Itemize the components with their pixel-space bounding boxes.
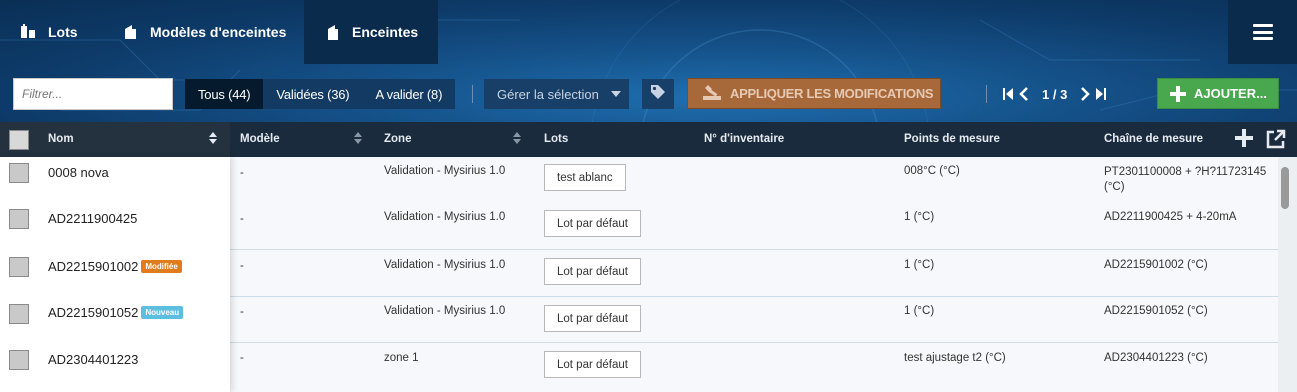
status-badge-new: Nouveau [141,306,184,320]
row-checkbox[interactable] [9,350,29,370]
add-label: AJOUTER... [1194,86,1267,101]
row-name: AD2215901002 Modifiée [48,259,182,274]
column-header-inventory[interactable]: N° d'inventaire [704,133,784,145]
hamburger-menu-icon [1252,24,1273,40]
row-name: AD2215901052 Nouveau [48,305,184,320]
row-model: - [240,306,244,318]
row-name-text: AD2215901052 [48,305,139,320]
status-badge-modified: Modifiée [141,260,182,274]
manage-selection-label: Gérer la sélection [497,86,599,102]
apply-label: APPLIQUER LES MODIFICATIONS [730,86,934,101]
row-lot-button[interactable]: Lot par défaut [544,210,641,237]
row-measure-chain: AD2215901002 (°C) [1104,259,1208,271]
tab-enclosures-label: Enceintes [352,24,419,40]
add-column-icon[interactable] [1234,128,1254,153]
row-name-text: AD2215901002 [48,259,139,274]
manage-selection-dropdown[interactable]: Gérer la sélection [484,79,629,109]
first-page-icon[interactable] [1000,84,1016,104]
row-measure-points: 1 (°C) [904,211,935,223]
row-lot-button[interactable]: Lot par défaut [544,305,641,332]
row-checkbox[interactable] [9,163,29,183]
tag-icon [649,83,667,106]
plus-icon [1170,85,1186,102]
row-checkbox[interactable] [9,257,29,277]
apply-icon [702,83,722,104]
column-header-zone[interactable]: Zone [384,133,411,145]
row-measure-points: 1 (°C) [904,305,935,317]
row-zone: Validation - Mysirius 1.0 [384,211,506,223]
filter-validated-button[interactable]: Validées (36) [263,79,363,109]
row-model: - [240,260,244,272]
row-measure-points: test ajustage t2 (°C) [904,352,1006,364]
column-header-model[interactable]: Modèle [240,133,280,145]
row-zone: Validation - Mysirius 1.0 [384,259,506,271]
frozen-header [0,122,230,157]
row-lot-button[interactable]: Lot par défaut [544,351,641,378]
tab-enclosure-models[interactable]: Modèles d'enceintes [102,0,302,64]
enclosure-model-icon [122,23,140,41]
row-model: - [240,213,244,225]
column-header-measure-chain[interactable]: Chaîne de mesure [1104,133,1203,145]
row-model: - [240,352,244,364]
filter-input[interactable] [13,78,173,110]
sort-icon[interactable] [354,132,362,144]
row-lot-button[interactable]: Lot par défaut [544,258,641,285]
tab-lots[interactable]: Lots [0,0,100,64]
chevron-down-icon [610,91,621,97]
filter-all-button[interactable]: Tous (44) [185,79,264,109]
toolbar-divider [472,85,473,103]
status-filter-group: Tous (44) Validées (36) A valider (8) [185,79,456,109]
row-name: AD2211900425 [48,211,138,226]
row-measure-points: 008°C (°C) [904,165,960,177]
select-all-checkbox[interactable] [9,130,29,150]
sort-icon[interactable] [209,132,217,144]
sort-icon[interactable] [513,132,521,144]
row-zone: zone 1 [384,352,419,364]
row-measure-chain: AD2215901052 (°C) [1104,305,1208,317]
tag-button[interactable] [642,79,674,109]
row-measure-chain: AD2211900425 + 4-20mA [1104,211,1237,223]
table-header: Nom Modèle Zone Lots N° d'inventaire Poi… [0,122,1297,157]
table-body: 0008 nova - Validation - Mysirius 1.0 te… [0,157,1297,392]
next-page-icon[interactable] [1077,84,1093,104]
main-menu-button[interactable] [1228,0,1297,64]
top-navigation: Lots Modèles d'enceintes Enceintes [0,0,1297,64]
lots-icon [20,23,38,41]
tab-enclosures[interactable]: Enceintes [304,0,438,64]
row-checkbox[interactable] [9,304,29,324]
row-zone: Validation - Mysirius 1.0 [384,305,506,317]
row-name: 0008 nova [48,165,109,180]
row-measure-chain: PT2301100008 + ?H?11723145 (°C) [1104,166,1267,193]
column-header-lots[interactable]: Lots [544,133,568,145]
column-header-measure-points[interactable]: Points de mesure [904,133,1000,145]
tab-enclosure-models-label: Modèles d'enceintes [150,24,287,40]
tab-lots-label: Lots [48,24,78,40]
scrollbar-thumb[interactable] [1281,167,1289,209]
row-model: - [240,167,244,179]
pagination: 1 / 3 [1000,84,1109,104]
row-measure-chain: AD2304401223 (°C) [1104,352,1208,364]
row-measure-points: 1 (°C) [904,259,935,271]
previous-page-icon[interactable] [1016,84,1032,104]
external-link-icon[interactable] [1266,129,1286,154]
row-checkbox[interactable] [9,209,29,229]
add-button[interactable]: AJOUTER... [1157,78,1279,109]
apply-changes-button[interactable]: APPLIQUER LES MODIFICATIONS [687,78,941,109]
page-indicator: 1 / 3 [1042,86,1068,102]
toolbar-divider [986,85,987,103]
row-name: AD2304401223 [48,352,139,367]
enclosure-icon [324,23,342,41]
last-page-icon[interactable] [1093,84,1109,104]
row-zone: Validation - Mysirius 1.0 [384,165,506,177]
column-header-name[interactable]: Nom [48,133,74,145]
row-lot-button[interactable]: test ablanc [544,164,626,191]
filter-to-validate-button[interactable]: A valider (8) [362,79,456,109]
